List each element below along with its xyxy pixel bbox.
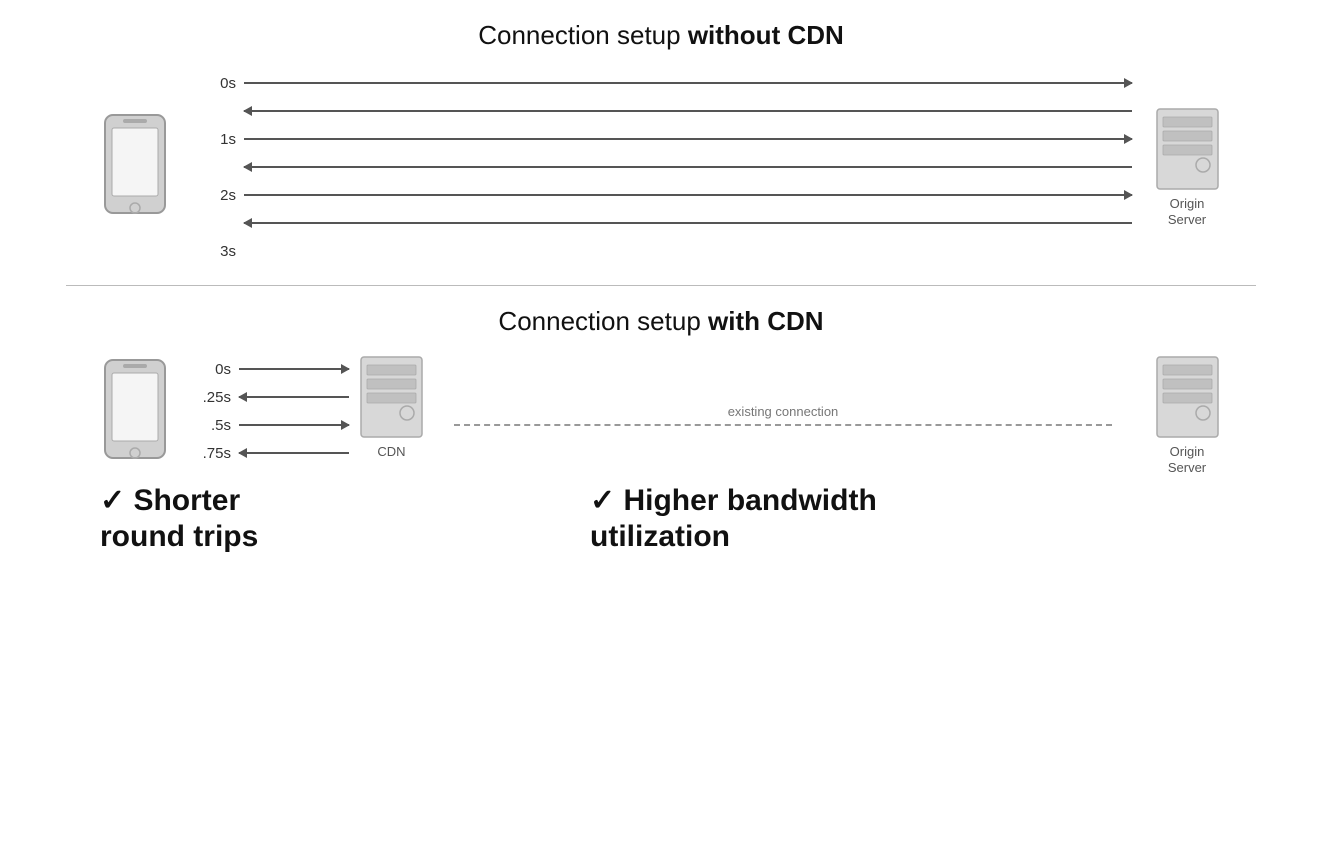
phone-icon (100, 110, 170, 225)
benefit-bandwidth: ✓ Higher bandwidthutilization (590, 483, 1222, 555)
cdn-short-arrows: 0s .25s .5s .75s (190, 355, 354, 467)
arrow-row-return3 (200, 212, 1132, 234)
cdn-phone-icon (100, 355, 170, 470)
cdn-arrow-right-0s (239, 368, 349, 370)
bottom-title-bold: with CDN (708, 306, 824, 336)
arrow-row-0s-right: 0s (200, 72, 1132, 94)
cdn-arrow-75s: .75s (195, 442, 349, 464)
arrow-0s-right (244, 82, 1132, 84)
existing-connection-area: existing connection (424, 404, 1142, 426)
cdn-time-0s: 0s (195, 361, 231, 378)
arrow-return3 (244, 222, 1132, 224)
top-title-normal: Connection setup (478, 20, 688, 50)
section-divider (66, 285, 1256, 286)
benefit-labels: ✓ Shorterround trips ✓ Higher bandwidthu… (40, 475, 1282, 555)
cdn-server-box: CDN (359, 355, 424, 459)
cdn-arrow-25s: .25s (195, 386, 349, 408)
cdn-arrow-0s: 0s (195, 358, 349, 380)
top-title: Connection setup without CDN (478, 20, 844, 51)
bottom-title-normal: Connection setup (498, 306, 708, 336)
time-3s: 3s (200, 243, 236, 260)
time-1s: 1s (200, 131, 236, 148)
top-section: Connection setup without CDN 0s (0, 0, 1322, 275)
top-diagram: 0s 1s 2s (40, 69, 1282, 265)
cdn-time-75s: .75s (195, 445, 231, 462)
existing-connection-label: existing connection (728, 404, 839, 419)
dotted-line (454, 424, 1112, 426)
cdn-arrow-5s: .5s (195, 414, 349, 436)
arrow-row-1s-right: 1s (200, 128, 1132, 150)
arrow-row-return2 (200, 156, 1132, 178)
cdn-origin-server-label: OriginServer (1168, 444, 1206, 475)
cdn-origin-server-icon: OriginServer (1152, 355, 1222, 475)
cdn-arrow-right-5s (239, 424, 349, 426)
cdn-arrow-left-25s (239, 396, 349, 398)
cdn-label: CDN (377, 444, 405, 459)
arrow-row-2s-right: 2s (200, 184, 1132, 206)
bottom-title: Connection setup with CDN (498, 306, 823, 337)
arrow-1s-right (244, 138, 1132, 140)
top-arrows-area: 0s 1s 2s (190, 69, 1142, 265)
time-0s: 0s (200, 75, 236, 92)
arrow-return2 (244, 166, 1132, 168)
cdn-arrow-left-75s (239, 452, 349, 454)
arrow-2s-right (244, 194, 1132, 196)
arrow-row-return1 (200, 100, 1132, 122)
top-server-label: OriginServer (1168, 196, 1206, 227)
top-title-bold: without CDN (688, 20, 844, 50)
benefit-shorter: ✓ Shorterround trips (100, 483, 590, 555)
cdn-time-5s: .5s (195, 417, 231, 434)
arrow-return1 (244, 110, 1132, 112)
cdn-diagram: 0s .25s .5s .75s (40, 355, 1282, 475)
top-server-icon: OriginServer (1152, 107, 1222, 227)
cdn-time-25s: .25s (195, 389, 231, 406)
arrow-row-3s: 3s (200, 240, 1132, 262)
bottom-section: Connection setup with CDN 0s .25s (0, 296, 1322, 555)
time-2s: 2s (200, 187, 236, 204)
